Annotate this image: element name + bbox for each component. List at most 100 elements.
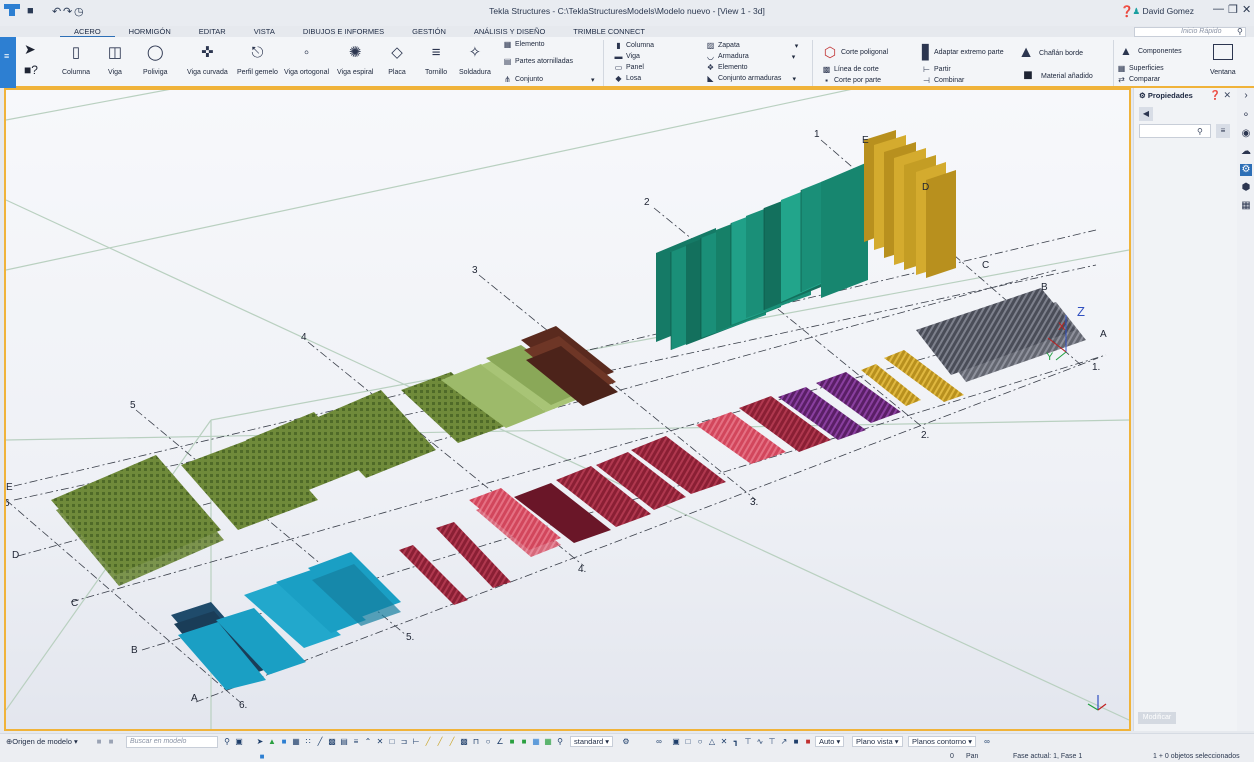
link-icon[interactable]: ∞ bbox=[655, 737, 663, 746]
snap-dark-icon[interactable]: ■ bbox=[792, 737, 800, 746]
select-lines-icon[interactable]: ╱ bbox=[316, 737, 324, 746]
tab-acero[interactable]: ACERO bbox=[60, 26, 115, 37]
polygon-cut-button[interactable]: ⬡ Corte poligonal bbox=[822, 44, 888, 61]
bolted-parts-button[interactable]: ▤ Partes atornilladas bbox=[503, 57, 573, 66]
settings-icon[interactable]: ⚙ bbox=[622, 737, 630, 746]
snap-i-icon[interactable]: ⊤ bbox=[768, 737, 776, 746]
standard-dropdown[interactable]: standard ▾ bbox=[570, 736, 614, 747]
view-plane-dropdown[interactable]: Plano vista ▾ bbox=[852, 736, 903, 747]
select-bolts-icon[interactable]: ▤ bbox=[340, 737, 348, 746]
snap-cross-icon[interactable]: ✕ bbox=[376, 737, 384, 746]
weld-tool[interactable]: ✧ Soldadura bbox=[459, 40, 491, 76]
snap-grid-box-icon[interactable]: ▣ bbox=[672, 737, 680, 746]
compare-button[interactable]: ⇄ Comparar bbox=[1117, 75, 1160, 84]
column-tool[interactable]: ▯ Columna bbox=[62, 40, 90, 76]
back-button[interactable]: ◀ bbox=[1139, 107, 1153, 121]
snap-red-icon[interactable]: ■ bbox=[804, 737, 812, 746]
rebar-button[interactable]: ◡ Armadura ▾ bbox=[706, 52, 795, 61]
snap-tangent-icon[interactable]: ○ bbox=[484, 737, 492, 746]
element-button[interactable]: ▦ Elemento bbox=[503, 40, 545, 49]
model-scene[interactable]: Z X Y 1. 2. 3. 4. 5. 6. 1 2 3 4 5 A B C … bbox=[6, 90, 1129, 729]
tab-analisis[interactable]: ANÁLISIS Y DISEÑO bbox=[460, 26, 559, 37]
tab-editar[interactable]: EDITAR bbox=[185, 26, 240, 37]
snap-bracket-icon[interactable]: ⊐ bbox=[400, 737, 408, 746]
close-button[interactable]: ✕ bbox=[1242, 3, 1251, 16]
model-search-input[interactable]: Buscar en modelo bbox=[126, 736, 218, 748]
orthogonal-beam-tool[interactable]: ◦ Viga ortogonal bbox=[284, 40, 329, 77]
modify-button[interactable]: Modificar bbox=[1138, 712, 1176, 724]
snap-circle-icon[interactable]: ○ bbox=[696, 737, 704, 746]
search-icon[interactable]: ⚲ bbox=[223, 737, 231, 746]
assembly-button[interactable]: ⋔ Conjunto ▾ bbox=[503, 75, 594, 84]
olive-truss-groups[interactable] bbox=[51, 372, 508, 586]
quick-search-input[interactable]: Inicio Rápido bbox=[1134, 27, 1246, 37]
select-arrow-icon[interactable]: ➤ bbox=[24, 41, 36, 58]
select-arrow-icon[interactable]: ➤ bbox=[256, 737, 264, 746]
grey-bar-bundle[interactable] bbox=[916, 288, 1086, 382]
snap-wave-icon[interactable]: ∿ bbox=[756, 737, 764, 746]
cyan-plates[interactable] bbox=[171, 552, 401, 690]
curved-beam-tool[interactable]: ✜ Viga curvada bbox=[187, 40, 228, 76]
model-view-3d[interactable]: Z X Y 1. 2. 3. 4. 5. 6. 1 2 3 4 5 A B C … bbox=[4, 88, 1131, 731]
polybeam-tool[interactable]: ◯ Poliviga bbox=[143, 40, 168, 76]
select-rebar-icon[interactable]: ≡ bbox=[352, 737, 360, 746]
part-cut-button[interactable]: ▪ Corte por parte bbox=[822, 76, 881, 85]
select-parts-icon[interactable]: ▲ bbox=[268, 737, 276, 746]
snap-box-icon[interactable]: □ bbox=[388, 737, 396, 746]
contour-planes-dropdown[interactable]: Planos contorno ▾ bbox=[908, 736, 977, 747]
tab-hormigon[interactable]: HORMIGÓN bbox=[115, 26, 185, 37]
gold-vertical-plates[interactable] bbox=[864, 130, 956, 278]
combine-button[interactable]: ⊣ Combinar bbox=[922, 76, 964, 85]
origin-dropdown[interactable]: ⊕Origen de modelo ▾ bbox=[6, 737, 78, 746]
snap-angle-icon[interactable]: ∠ bbox=[496, 737, 504, 746]
chevron-right-icon[interactable]: › bbox=[1240, 90, 1252, 102]
cloud-icon[interactable]: ☁ bbox=[1240, 146, 1252, 158]
close-icon[interactable]: ✕ bbox=[1223, 90, 1231, 100]
snap-free-icon[interactable]: ╱ bbox=[448, 737, 456, 746]
select-welds-icon[interactable]: ▩ bbox=[328, 737, 336, 746]
beam-tool[interactable]: ◫ Viga bbox=[104, 40, 126, 76]
tab-vista[interactable]: VISTA bbox=[240, 26, 289, 37]
teal-vertical-plates[interactable] bbox=[656, 162, 868, 350]
snap-blue-icon[interactable]: ▦ bbox=[532, 737, 540, 746]
snap-search-icon[interactable]: ⚲ bbox=[556, 737, 564, 746]
line-cut-button[interactable]: ▩ Línea de corte bbox=[822, 65, 879, 74]
panel-button[interactable]: ▭ Panel bbox=[614, 63, 644, 72]
auto-dropdown[interactable]: Auto ▾ bbox=[815, 736, 845, 747]
help-icon[interactable]: ❓ bbox=[1210, 90, 1221, 100]
restore-button[interactable]: ❐ bbox=[1228, 3, 1238, 16]
globe-icon[interactable]: ◉ bbox=[1240, 128, 1252, 140]
concrete-column-button[interactable]: ▮ Columna bbox=[614, 41, 654, 50]
minimize-button[interactable]: — bbox=[1213, 3, 1224, 15]
select-points-icon[interactable]: ∷ bbox=[304, 737, 312, 746]
slab-button[interactable]: ◆ Losa bbox=[614, 74, 641, 83]
prev-icon[interactable]: ■ bbox=[95, 737, 103, 746]
user-name[interactable]: ♟ David Gomez bbox=[1133, 6, 1195, 17]
split-button[interactable]: ⊢ Partir bbox=[922, 65, 951, 74]
properties-controls[interactable]: ❓ ✕ bbox=[1210, 90, 1231, 101]
ribbon-menu-button[interactable]: ≡ bbox=[0, 37, 16, 88]
snap-perp-icon[interactable]: ⊢ bbox=[412, 737, 420, 746]
tab-gestion[interactable]: GESTIÓN bbox=[398, 26, 460, 37]
cube-icon[interactable]: ⬢ bbox=[1240, 182, 1252, 194]
select-components-icon[interactable]: ■ bbox=[280, 737, 288, 746]
fit-part-end-button[interactable]: ▋ Adaptar extremo parte bbox=[922, 44, 1004, 61]
snap-green2-icon[interactable]: ■ bbox=[520, 737, 528, 746]
list-view-button[interactable]: ≡ bbox=[1216, 124, 1230, 138]
tab-trimble[interactable]: TRIMBLE CONNECT bbox=[559, 26, 659, 37]
select-grid-icon[interactable]: ▦ bbox=[292, 737, 300, 746]
snap-arc-icon[interactable]: ⊓ bbox=[472, 737, 480, 746]
footing-button[interactable]: ▨ Zapata ▾ bbox=[706, 41, 799, 50]
edge-chamfer-button[interactable]: ▲ Chaflán borde bbox=[1016, 44, 1083, 62]
tab-dibujos[interactable]: DIBUJOS E INFORMES bbox=[289, 26, 398, 37]
next-icon[interactable]: ■ bbox=[107, 737, 115, 746]
snap-triangle-icon[interactable]: △ bbox=[708, 737, 716, 746]
snap-green-icon[interactable]: ■ bbox=[508, 737, 516, 746]
snap-end-icon[interactable]: ⌃ bbox=[364, 737, 372, 746]
rebar-set-button[interactable]: ◣ Conjunto armaduras ▾ bbox=[706, 74, 796, 83]
snap-corner-icon[interactable]: ┓ bbox=[732, 737, 740, 746]
spiral-beam-tool[interactable]: ✺ Viga espiral bbox=[337, 40, 373, 76]
surfaces-button[interactable]: ▦ Superficies bbox=[1117, 64, 1164, 73]
query-icon[interactable]: ■? bbox=[24, 63, 38, 77]
snap-x-icon[interactable]: ✕ bbox=[720, 737, 728, 746]
